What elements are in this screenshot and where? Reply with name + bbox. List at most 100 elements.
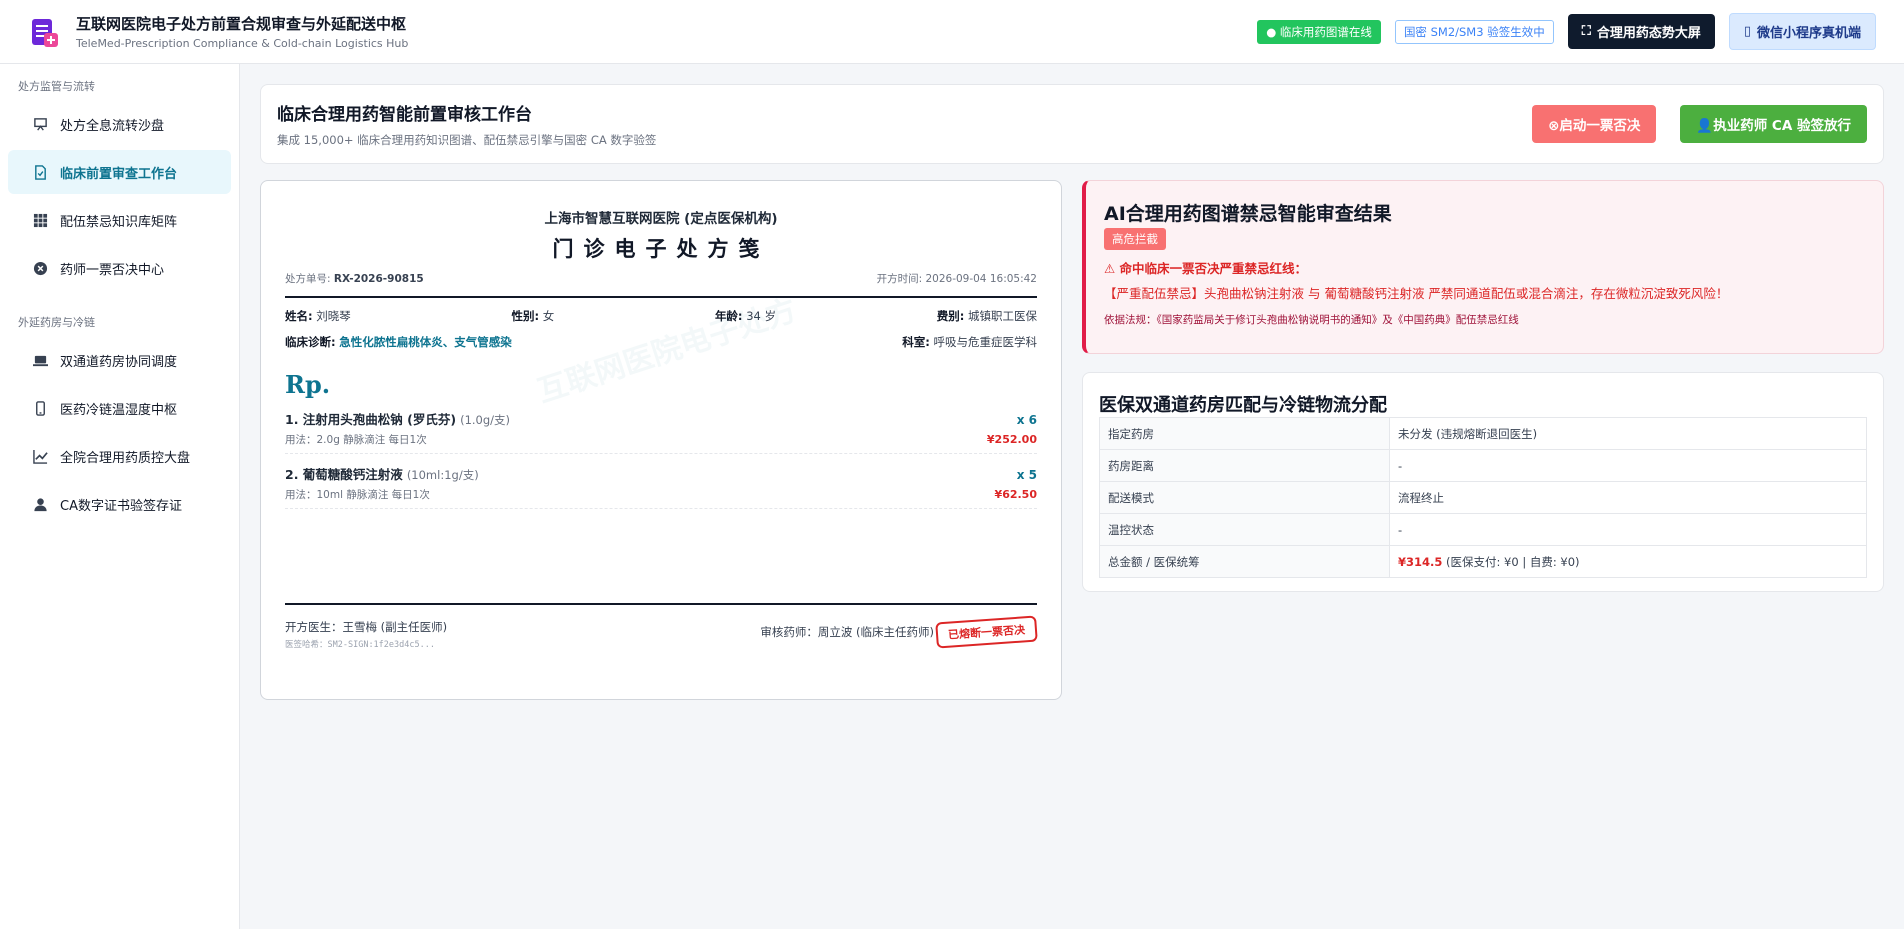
ai-result-title: AI合理用药图谱禁忌智能审查结果 xyxy=(1104,203,1392,225)
rp-symbol: Rp. xyxy=(285,370,331,399)
sidebar-item-cold-chain[interactable]: 医药冷链温湿度中枢 xyxy=(8,386,231,430)
sidebar-item-ca-certificate[interactable]: CA数字证书验签存证 xyxy=(8,482,231,526)
gender-label: 性别: xyxy=(511,309,540,323)
ai-review-result-card: AI合理用药图谱禁忌智能审查结果 高危拦截 ⚠ 命中临床一票否决严重禁忌红线： … xyxy=(1082,180,1884,354)
drug-price: ¥252.00 xyxy=(986,433,1037,446)
row-key: 指定药房 xyxy=(1099,417,1390,450)
sidebar-group-prescription: 处方监管与流转 xyxy=(18,80,95,93)
table-row: 配送模式 流程终止 xyxy=(1099,481,1867,514)
dashboard-button[interactable]: ⛶ 合理用药态势大屏 xyxy=(1567,14,1715,49)
prescribing-doctor: 开方医生：王雪梅 (副主任医师) xyxy=(285,620,448,634)
name-label: 姓名: xyxy=(285,309,313,323)
dispatch-card: 医保双通道药房匹配与冷链物流分配 指定药房 未分发 (违规熔断退回医生) 药房距离… xyxy=(1082,372,1884,592)
drug-usage: 用法：2.0g 静脉滴注 每日1次 xyxy=(285,434,427,446)
rx-time-label: 开方时间: xyxy=(876,273,923,285)
red-line-hit: ⚠ 命中临床一票否决严重禁忌红线： xyxy=(1104,261,1308,276)
diagnosis-label: 临床诊断: xyxy=(285,335,336,349)
sidebar-item-review-workbench[interactable]: 临床前置审查工作台 xyxy=(8,150,231,194)
sidebar-item-label: 配伍禁忌知识库矩阵 xyxy=(60,214,178,230)
row-key: 温控状态 xyxy=(1099,513,1390,546)
row-key: 药房距离 xyxy=(1099,449,1390,482)
hospital-name: 上海市智慧互联网医院 (定点医保机构) xyxy=(544,211,778,227)
row-key: 总金额 / 医保统筹 xyxy=(1099,545,1390,578)
ca-approve-button[interactable]: 👤执业药师 CA 验签放行 xyxy=(1680,105,1867,143)
workbench-subtitle: 集成 15,000+ 临床合理用药知识图谱、配伍禁忌引擎与国密 CA 数字验签 xyxy=(277,133,657,147)
prescription-logo-icon xyxy=(28,17,58,47)
rx-no: RX-2026-90815 xyxy=(333,273,424,285)
x-circle-icon xyxy=(32,260,48,276)
patient-fee-type: 城镇职工医保 xyxy=(967,309,1037,323)
drug-name: 2. 葡萄糖酸钙注射液 xyxy=(285,467,403,482)
presentation-board-icon xyxy=(32,116,48,132)
laptop-icon xyxy=(32,352,48,368)
reviewing-pharmacist: 审核药师：周立波 (临床主任药师) xyxy=(760,625,934,639)
sidebar-item-label: 双通道药房协同调度 xyxy=(60,354,178,370)
rx-no-label: 处方单号: xyxy=(285,273,331,285)
rx-time: 2026-09-04 16:05:42 xyxy=(925,273,1037,285)
sidebar-group-pharmacy: 外延药房与冷链 xyxy=(18,316,95,329)
workbench-title: 临床合理用药智能前置审核工作台 xyxy=(277,105,532,125)
grid-icon xyxy=(32,212,48,228)
patient-info-row: 姓名: 刘晓琴 性别: 女 年龄: 34 岁 费别: 城镇职工医保 xyxy=(285,308,1037,324)
drug-item: 2. 葡萄糖酸钙注射液 (10ml:1g/支) x 5 用法：10ml 静脉滴注 … xyxy=(285,454,1037,509)
department-value: 呼吸与危重症医学科 xyxy=(933,335,1038,349)
drug-spec: (10ml:1g/支) xyxy=(406,468,479,482)
sidebar-item-sandbox[interactable]: 处方全息流转沙盘 xyxy=(8,102,231,146)
veto-stamp: 已熔断一票否决 xyxy=(935,615,1038,649)
table-row: 药房距离 - xyxy=(1099,449,1867,482)
phone-icon: ▯ xyxy=(1743,24,1751,39)
drug-item: 1. 注射用头孢曲松钠 (罗氏芬) (1.0g/支) x 6 用法：2.0g 静脉… xyxy=(285,399,1037,454)
veto-button[interactable]: ⊗启动一票否决 xyxy=(1532,105,1657,143)
diagnosis-row: 临床诊断: 急性化脓性扁桃体炎、支气管感染 科室: 呼吸与危重症医学科 xyxy=(285,334,1037,350)
sidebar-item-quality-dashboard[interactable]: 全院合理用药质控大盘 xyxy=(8,434,231,478)
sidebar-item-label: 全院合理用药质控大盘 xyxy=(60,450,191,466)
sidebar-item-label: 临床前置审查工作台 xyxy=(60,166,178,182)
drug-qty: x 5 xyxy=(1016,468,1037,482)
high-risk-badge: 高危拦截 xyxy=(1104,228,1166,250)
prescription-card: 互联网医院电子处方 上海市智慧互联网医院 (定点医保机构) 门诊电子处方笺 处方… xyxy=(260,180,1062,700)
drug-usage: 用法：10ml 静脉滴注 每日1次 xyxy=(285,489,430,501)
graph-online-badge: ● 临床用药图谱在线 xyxy=(1257,19,1381,44)
mobile-icon xyxy=(32,400,48,416)
dashboard-button-label: 合理用药态势大屏 xyxy=(1596,26,1701,41)
app-subtitle: TeleMed-Prescription Compliance & Cold-c… xyxy=(76,37,409,50)
row-key: 配送模式 xyxy=(1099,481,1390,514)
miniapp-button[interactable]: ▯ 微信小程序真机端 xyxy=(1728,13,1876,50)
patient-gender: 女 xyxy=(542,309,555,323)
chart-line-icon xyxy=(32,448,48,464)
row-value: - xyxy=(1389,449,1867,482)
prescription-title: 门诊电子处方笺 xyxy=(552,237,770,261)
prescription-footer: 开方医生：王雪梅 (副主任医师) 医签哈希：SM2-SIGN:1f2e3d4c5… xyxy=(285,603,1038,650)
sidebar-item-dual-channel[interactable]: 双通道药房协同调度 xyxy=(8,338,231,382)
table-row: 温控状态 - xyxy=(1099,513,1867,546)
workbench-card: 临床合理用药智能前置审核工作台 集成 15,000+ 临床合理用药知识图谱、配伍… xyxy=(260,84,1884,164)
row-value: 未分发 (违规熔断退回医生) xyxy=(1389,417,1867,450)
dispatch-table: 指定药房 未分发 (违规熔断退回医生) 药房距离 - 配送模式 流程终止 温控状态 - … xyxy=(1099,417,1867,578)
top-header: 互联网医院电子处方前置合规审查与外延配送中枢 TeleMed-Prescript… xyxy=(0,0,1904,64)
drug-price: ¥62.50 xyxy=(994,488,1037,501)
user-icon xyxy=(32,496,48,512)
sidebar-item-veto-center[interactable]: 药师一票否决中心 xyxy=(8,246,231,290)
app-title: 互联网医院电子处方前置合规审查与外延配送中枢 xyxy=(76,15,407,33)
row-value: ¥314.5 (医保支付: ¥0 | 自费: ¥0) xyxy=(1389,545,1867,578)
dept-label: 科室: xyxy=(902,335,930,349)
sidebar-item-label: 药师一票否决中心 xyxy=(60,262,165,278)
table-row: 总金额 / 医保统筹 ¥314.5 (医保支付: ¥0 | 自费: ¥0) xyxy=(1099,545,1867,578)
patient-age: 34 岁 xyxy=(746,309,776,323)
sidebar-item-incompatibility-matrix[interactable]: 配伍禁忌知识库矩阵 xyxy=(8,198,231,242)
incompatibility-detail: 【严重配伍禁忌】头孢曲松钠注射液 与 葡萄糖酸钙注射液 严禁同通道配伍或混合滴注… xyxy=(1104,286,1729,301)
drug-qty: x 6 xyxy=(1016,413,1037,427)
fee-label: 费别: xyxy=(936,309,965,323)
doctor-signature-hash: 医签哈希：SM2-SIGN:1f2e3d4c5... xyxy=(285,640,435,650)
total-amount: ¥314.5 xyxy=(1398,554,1443,569)
age-label: 年龄: xyxy=(714,309,743,323)
row-value: 流程终止 xyxy=(1389,481,1867,514)
sidebar-item-label: 医药冷链温湿度中枢 xyxy=(60,402,178,418)
diagnosis-value: 急性化脓性扁桃体炎、支气管感染 xyxy=(339,335,512,349)
sidebar-item-label: CA数字证书验签存证 xyxy=(60,498,182,514)
drug-spec: (1.0g/支) xyxy=(460,413,511,427)
prescription-meta: 处方单号: RX-2026-90815 开方时间: 2026-09-04 16:… xyxy=(285,271,1037,298)
document-check-icon xyxy=(32,164,48,180)
miniapp-button-label: 微信小程序真机端 xyxy=(1756,26,1861,41)
fullscreen-icon: ⛶ xyxy=(1581,24,1591,39)
